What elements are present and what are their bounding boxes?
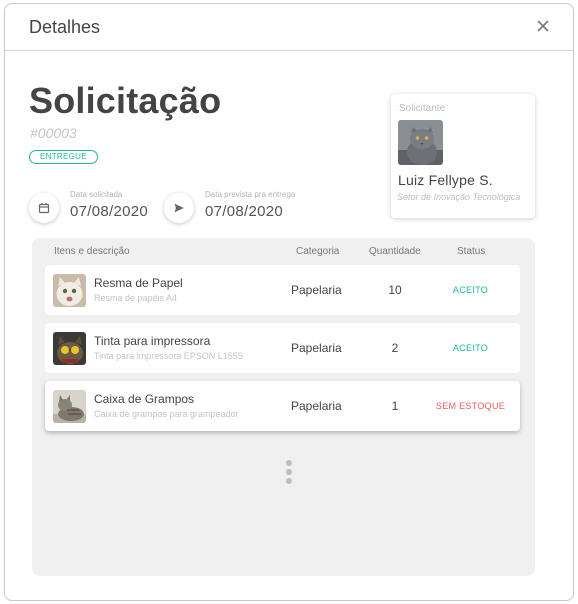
item-category: Papelaria — [291, 283, 342, 297]
item-status: SEM ESTOQUE — [435, 401, 506, 411]
item-quantity: 2 — [391, 341, 399, 355]
requested-date: Data solicitada 07/08/2020 — [29, 190, 159, 224]
table-row[interactable]: Caixa de Grampos Caixa de grampos para g… — [45, 381, 520, 431]
item-status: ACEITO — [452, 285, 489, 295]
requester-department: Setor de Inovação Tecnológica — [397, 192, 521, 202]
expected-date-caption: Data prevista pra entrega — [205, 190, 296, 199]
item-quantity: 1 — [391, 399, 399, 413]
table-row[interactable]: Tinta para impressora Tinta para impress… — [45, 323, 520, 373]
requester-card: Solicitante Luiz Fellype S. Setor de Ino… — [391, 94, 535, 218]
modal-header: Detalhes — [5, 4, 573, 51]
item-name: Caixa de Grampos — [94, 392, 195, 406]
close-icon[interactable] — [533, 16, 553, 36]
requester-label: Solicitante — [399, 103, 446, 114]
header-quantity: Quantidade — [369, 246, 421, 257]
item-description: Tinta para impressora EPSON L1555 — [94, 351, 243, 361]
items-table: Itens e descrição Categoria Quantidade S… — [32, 238, 535, 576]
item-status: ACEITO — [452, 343, 489, 353]
header-status: Status — [457, 246, 486, 257]
item-name: Tinta para impressora — [94, 334, 211, 348]
details-modal: Detalhes Solicitação #00003 ENTREGUE Dat… — [4, 3, 574, 601]
more-options-icon[interactable] — [284, 460, 294, 490]
request-number: #00003 — [30, 125, 77, 141]
expected-date-value: 07/08/2020 — [205, 203, 284, 220]
item-category: Papelaria — [291, 341, 342, 355]
header-category: Categoria — [296, 246, 340, 257]
table-row[interactable]: Resma de Papel Resma de papéis A4 Papela… — [45, 265, 520, 315]
requester-name: Luiz Fellype S. — [398, 172, 493, 188]
cat-photo-tabby-icon — [53, 390, 86, 423]
item-description: Caixa de grampos para grampeador — [94, 409, 239, 419]
cat-photo-sunglasses-icon — [53, 332, 86, 365]
item-category: Papelaria — [291, 399, 342, 413]
avatar — [398, 120, 443, 165]
calendar-icon — [29, 193, 59, 223]
expected-date: Data prevista pra entrega 07/08/2020 — [164, 190, 324, 224]
cat-photo-white-icon — [53, 274, 86, 307]
item-quantity: 10 — [388, 283, 402, 297]
status-badge: ENTREGUE — [29, 150, 98, 164]
close-button[interactable] — [533, 16, 553, 36]
item-description: Resma de papéis A4 — [94, 293, 178, 303]
page-title: Solicitação — [29, 80, 222, 121]
header-items: Itens e descrição — [54, 246, 130, 257]
modal-title: Detalhes — [29, 17, 101, 37]
item-name: Resma de Papel — [94, 276, 183, 290]
requested-date-value: 07/08/2020 — [70, 203, 149, 220]
requested-date-caption: Data solicitada — [70, 190, 123, 199]
send-icon — [164, 193, 194, 223]
